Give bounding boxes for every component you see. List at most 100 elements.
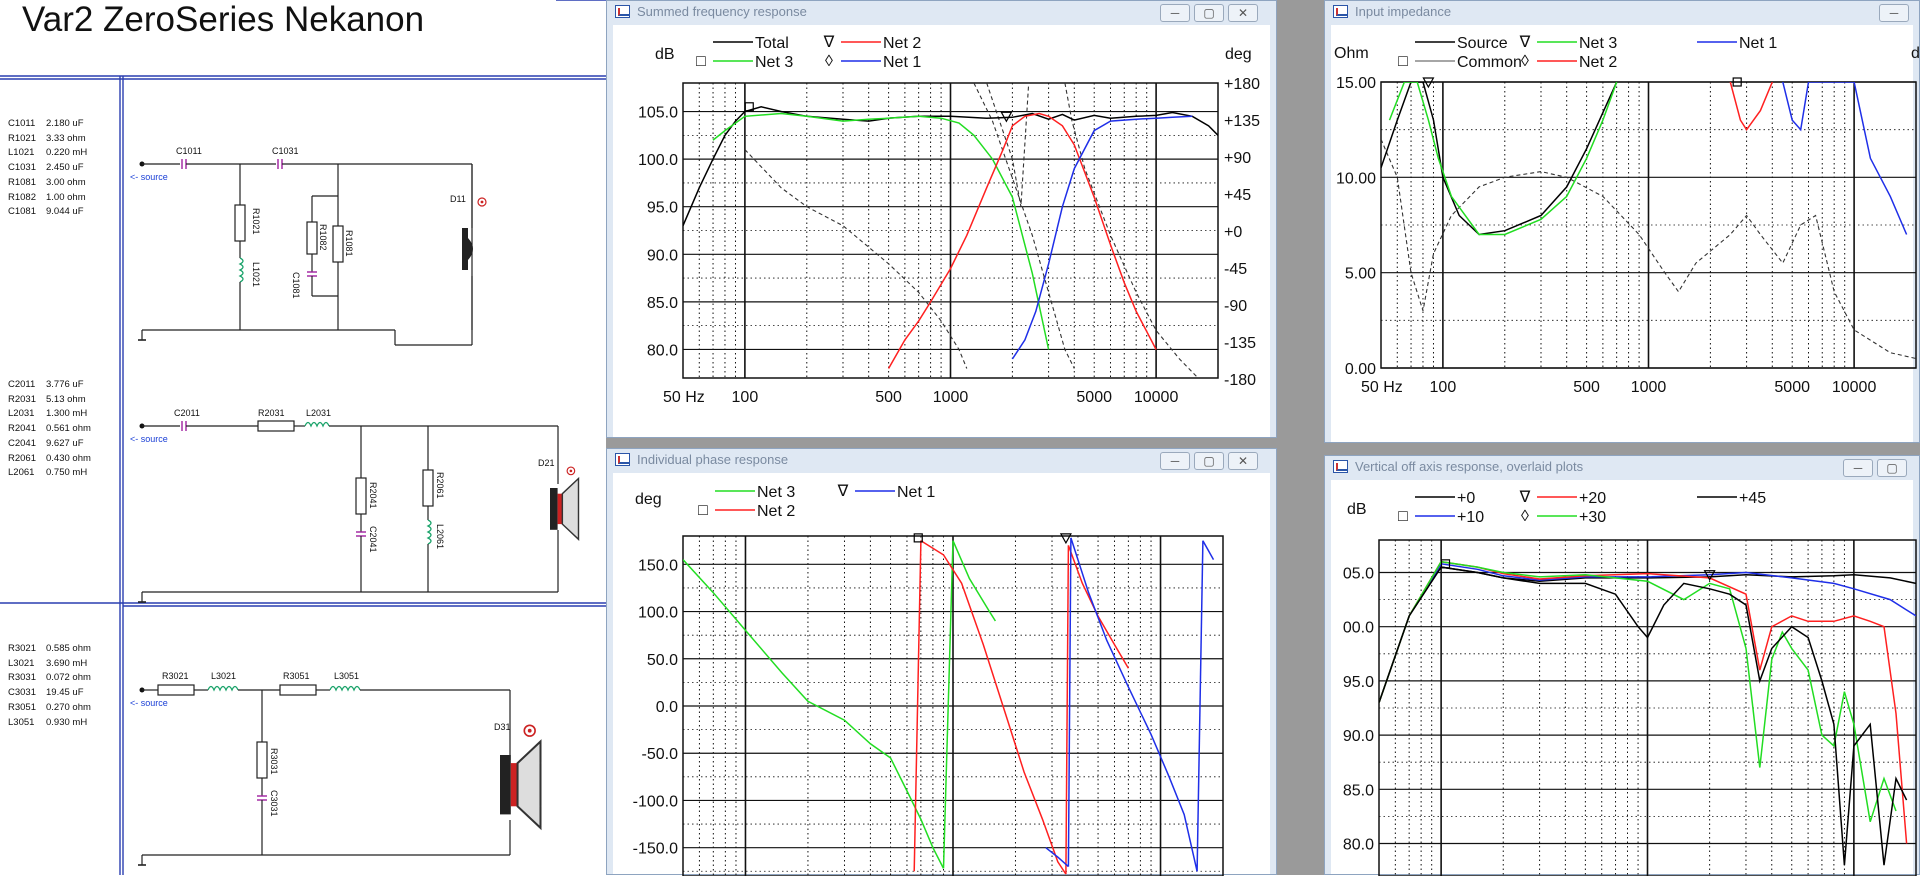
label-L1021: L1021 bbox=[251, 262, 261, 287]
legend-label: Net 3 bbox=[1579, 35, 1617, 52]
part-value: 0.750 mH bbox=[46, 467, 88, 479]
part-row: C3031 19.45 uF bbox=[8, 686, 91, 701]
title-bar[interactable]: Individual phase response ─ ▢ ✕ bbox=[607, 449, 1276, 471]
part-value: 0.430 ohm bbox=[46, 452, 91, 464]
y2-tick-label: +180 bbox=[1224, 76, 1260, 93]
legend-label: Net 1 bbox=[883, 54, 921, 71]
chart-area: 105.0 100.0 95.0 90.0 85.0 80.0 50 Hz 100 500 100… bbox=[613, 25, 1270, 437]
y-axis-label: deg bbox=[635, 491, 662, 508]
part-row: R2041 0.561 ohm bbox=[8, 422, 91, 437]
label-D21: D21 bbox=[538, 458, 555, 468]
series-line-net1 bbox=[1045, 847, 1069, 868]
legend-marker: ∇ bbox=[837, 483, 849, 500]
label-D31: D31 bbox=[494, 722, 511, 732]
window-individual-phase-response[interactable]: Individual phase response ─ ▢ ✕ 150.0 100… bbox=[606, 448, 1277, 876]
y-tick-label: 150.0 bbox=[638, 557, 678, 574]
speaker-magnet bbox=[500, 755, 511, 815]
legend-marker: ∇ bbox=[1519, 34, 1531, 51]
series-line-net1 bbox=[1202, 540, 1215, 560]
resistor bbox=[355, 477, 367, 515]
part-value: 9.627 uF bbox=[46, 437, 84, 449]
label-L3021: L3021 bbox=[211, 671, 236, 681]
app-icon bbox=[1333, 5, 1348, 18]
minimize-button[interactable]: ─ bbox=[1843, 459, 1873, 477]
minimize-button[interactable]: ─ bbox=[1160, 4, 1190, 22]
part-row: R1082 1.00 ohm bbox=[8, 191, 87, 206]
part-row: R3031 0.072 ohm bbox=[8, 671, 91, 686]
part-name: C2041 bbox=[8, 437, 36, 449]
chart-area: 150.0100.050.00.0-50.0-100.0-150.050 Hz1… bbox=[613, 473, 1270, 876]
series-line-net3 bbox=[712, 112, 1050, 350]
y-tick-label: 10.00 bbox=[1336, 170, 1376, 187]
y2-tick-label: +0 bbox=[1224, 224, 1242, 241]
part-name: C1011 bbox=[8, 118, 36, 129]
series-line-net2 bbox=[1729, 82, 1773, 132]
part-row: C1031 2.450 uF bbox=[8, 161, 87, 176]
label-R1082: R1082 bbox=[318, 224, 328, 251]
window-gap-h2 bbox=[1324, 443, 1920, 455]
legend-marker: ◊ bbox=[825, 53, 833, 70]
y2-axis-label: deg bbox=[1225, 46, 1252, 63]
label-R2031: R2031 bbox=[258, 408, 285, 418]
close-button[interactable]: ✕ bbox=[1228, 452, 1258, 470]
x-tick-label: 10000 bbox=[1134, 389, 1179, 406]
part-name: C1081 bbox=[8, 206, 36, 218]
label-R1081: R1081 bbox=[344, 230, 354, 257]
window-vertical-off-axis-response[interactable]: Vertical off axis response, overlaid plo… bbox=[1324, 455, 1920, 876]
part-list-net1: C1011 2.180 uF R1021 3.33 ohm L1021 0.220 mH C… bbox=[8, 117, 87, 220]
title-bar[interactable]: Summed frequency response ─ ▢ ✕ bbox=[607, 1, 1276, 23]
y-tick-label: 15.00 bbox=[1336, 75, 1376, 92]
series-line-net3 bbox=[683, 559, 945, 869]
source-label: <- source bbox=[130, 698, 168, 708]
schematic-panel: Var2 ZeroSeries Nekanon <- source C1011 C1… bbox=[0, 0, 606, 875]
chart-area: 15.00 10.00 5.00 0.00 50 Hz 100 500 1000 5000 100… bbox=[1331, 25, 1920, 442]
label-R3021: R3021 bbox=[162, 671, 189, 681]
legend-marker: ◊ bbox=[1521, 508, 1529, 525]
part-row: C2041 9.627 uF bbox=[8, 437, 91, 452]
x-tick-label: 5000 bbox=[1774, 379, 1810, 396]
legend-label: Total bbox=[755, 35, 789, 52]
resistor bbox=[257, 420, 295, 432]
part-name: R2031 bbox=[8, 393, 36, 405]
label-C2041: C2041 bbox=[368, 526, 378, 553]
y-tick-label: -100.0 bbox=[633, 793, 678, 810]
legend-label: Net 3 bbox=[755, 54, 793, 71]
part-name: R2041 bbox=[8, 423, 36, 435]
maximize-button[interactable]: ▢ bbox=[1877, 459, 1907, 477]
label-C1011: C1011 bbox=[176, 146, 202, 156]
legend-marker: ∇ bbox=[823, 34, 835, 51]
y2-tick-label: -45 bbox=[1224, 261, 1247, 278]
y-tick-label: 0.0 bbox=[656, 699, 678, 716]
source-label: <- source bbox=[130, 434, 168, 444]
y-tick-label: 95.0 bbox=[1343, 674, 1374, 691]
part-row: L1021 0.220 mH bbox=[8, 146, 87, 161]
x-tick-label: 500 bbox=[1573, 379, 1600, 396]
off-axis-chart: 05.000.095.090.085.080.050 Hz10050010005… bbox=[1343, 489, 1917, 876]
resistor bbox=[256, 741, 268, 779]
part-name: R3021 bbox=[8, 643, 36, 654]
speaker-D31 bbox=[500, 724, 542, 831]
y-tick-label: 50.0 bbox=[647, 652, 678, 669]
label-R2061: R2061 bbox=[435, 472, 445, 499]
part-row: L3051 0.930 mH bbox=[8, 716, 91, 731]
minimize-button[interactable]: ─ bbox=[1160, 452, 1190, 470]
close-button[interactable]: ✕ bbox=[1228, 4, 1258, 22]
app-icon bbox=[615, 5, 630, 18]
y-tick-label: 80.0 bbox=[1343, 836, 1374, 853]
part-value: 0.072 ohm bbox=[46, 672, 91, 684]
series-line-net1 bbox=[1011, 115, 1193, 360]
part-name: C3031 bbox=[8, 687, 36, 699]
title-bar[interactable]: Input impedance ─ bbox=[1325, 1, 1919, 23]
y-tick-label: 00.0 bbox=[1343, 620, 1374, 637]
label-D11: D11 bbox=[450, 194, 466, 204]
maximize-button[interactable]: ▢ bbox=[1194, 452, 1224, 470]
title-bar[interactable]: Vertical off axis response, overlaid plo… bbox=[1325, 456, 1919, 478]
window-input-impedance[interactable]: Input impedance ─ 15.00 10.00 5.00 0.00 50 H… bbox=[1324, 0, 1920, 443]
legend-label: +10 bbox=[1457, 509, 1484, 526]
window-title: Summed frequency response bbox=[637, 4, 807, 19]
legend-marker: □ bbox=[1398, 508, 1408, 525]
window-summed-frequency-response[interactable]: Summed frequency response ─ ▢ ✕ 105.0 100… bbox=[606, 0, 1277, 438]
speaker-coil bbox=[510, 763, 518, 807]
maximize-button[interactable]: ▢ bbox=[1194, 4, 1224, 22]
minimize-button[interactable]: ─ bbox=[1879, 4, 1909, 22]
